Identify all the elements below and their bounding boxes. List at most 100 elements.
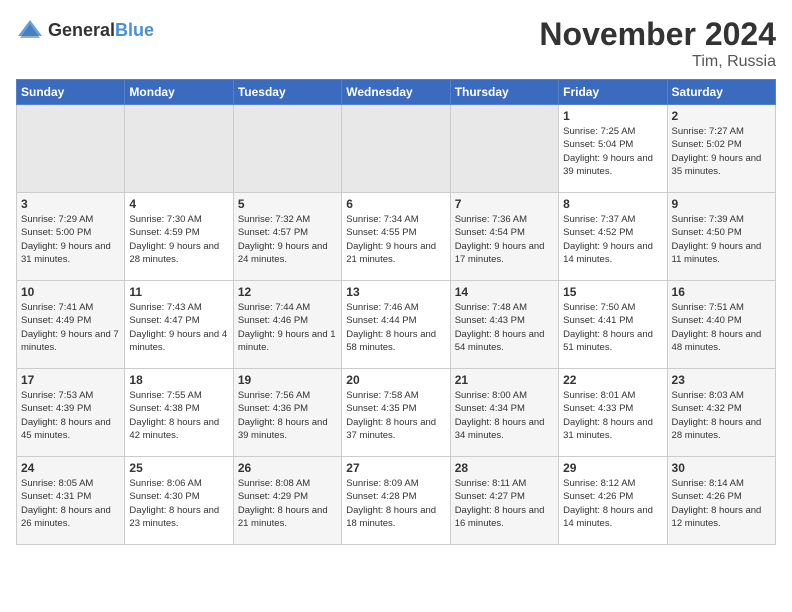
day-number: 9 (672, 197, 771, 211)
day-info: Sunrise: 7:32 AM Sunset: 4:57 PM Dayligh… (238, 213, 337, 266)
day-info: Sunrise: 8:05 AM Sunset: 4:31 PM Dayligh… (21, 477, 120, 530)
day-number: 13 (346, 285, 445, 299)
day-number: 20 (346, 373, 445, 387)
weekday-header-saturday: Saturday (667, 80, 775, 105)
day-info: Sunrise: 7:50 AM Sunset: 4:41 PM Dayligh… (563, 301, 662, 354)
calendar-cell: 17 Sunrise: 7:53 AM Sunset: 4:39 PM Dayli… (17, 369, 125, 457)
calendar-cell: 23 Sunrise: 8:03 AM Sunset: 4:32 PM Dayli… (667, 369, 775, 457)
calendar-cell: 15 Sunrise: 7:50 AM Sunset: 4:41 PM Dayli… (559, 281, 667, 369)
logo-general: General (48, 20, 115, 40)
day-number: 1 (563, 109, 662, 123)
day-info: Sunrise: 8:08 AM Sunset: 4:29 PM Dayligh… (238, 477, 337, 530)
day-info: Sunrise: 8:01 AM Sunset: 4:33 PM Dayligh… (563, 389, 662, 442)
calendar-cell: 11 Sunrise: 7:43 AM Sunset: 4:47 PM Dayli… (125, 281, 233, 369)
calendar-cell: 25 Sunrise: 8:06 AM Sunset: 4:30 PM Dayli… (125, 457, 233, 545)
day-info: Sunrise: 7:29 AM Sunset: 5:00 PM Dayligh… (21, 213, 120, 266)
day-info: Sunrise: 8:11 AM Sunset: 4:27 PM Dayligh… (455, 477, 554, 530)
day-number: 3 (21, 197, 120, 211)
day-info: Sunrise: 7:56 AM Sunset: 4:36 PM Dayligh… (238, 389, 337, 442)
day-number: 7 (455, 197, 554, 211)
calendar-cell: 18 Sunrise: 7:55 AM Sunset: 4:38 PM Dayli… (125, 369, 233, 457)
day-info: Sunrise: 7:39 AM Sunset: 4:50 PM Dayligh… (672, 213, 771, 266)
calendar-cell (342, 105, 450, 193)
calendar-cell: 1 Sunrise: 7:25 AM Sunset: 5:04 PM Daylig… (559, 105, 667, 193)
calendar-cell: 16 Sunrise: 7:51 AM Sunset: 4:40 PM Dayli… (667, 281, 775, 369)
calendar-cell: 27 Sunrise: 8:09 AM Sunset: 4:28 PM Dayli… (342, 457, 450, 545)
calendar-cell: 5 Sunrise: 7:32 AM Sunset: 4:57 PM Daylig… (233, 193, 341, 281)
weekday-header-monday: Monday (125, 80, 233, 105)
calendar-week-3: 10 Sunrise: 7:41 AM Sunset: 4:49 PM Dayli… (17, 281, 776, 369)
page-header: GeneralBlue November 2024 Tim, Russia (16, 16, 776, 71)
calendar-cell: 21Sunrise: 8:00 AM Sunset: 4:34 PM Dayli… (450, 369, 558, 457)
day-info: Sunrise: 8:14 AM Sunset: 4:26 PM Dayligh… (672, 477, 771, 530)
calendar-cell: 24 Sunrise: 8:05 AM Sunset: 4:31 PM Dayli… (17, 457, 125, 545)
calendar-cell: 9 Sunrise: 7:39 AM Sunset: 4:50 PM Daylig… (667, 193, 775, 281)
day-number: 5 (238, 197, 337, 211)
day-number: 11 (129, 285, 228, 299)
day-number: 24 (21, 461, 120, 475)
calendar-cell: 8 Sunrise: 7:37 AM Sunset: 4:52 PM Daylig… (559, 193, 667, 281)
calendar-cell: 14Sunrise: 7:48 AM Sunset: 4:43 PM Dayli… (450, 281, 558, 369)
day-info: Sunrise: 7:51 AM Sunset: 4:40 PM Dayligh… (672, 301, 771, 354)
logo: GeneralBlue (16, 16, 154, 44)
calendar-cell: 4 Sunrise: 7:30 AM Sunset: 4:59 PM Daylig… (125, 193, 233, 281)
day-info: Sunrise: 7:37 AM Sunset: 4:52 PM Dayligh… (563, 213, 662, 266)
calendar-cell: 19Sunrise: 7:56 AM Sunset: 4:36 PM Dayli… (233, 369, 341, 457)
day-number: 22 (563, 373, 662, 387)
calendar-table: SundayMondayTuesdayWednesdayThursdayFrid… (16, 79, 776, 545)
day-number: 29 (563, 461, 662, 475)
weekday-header-wednesday: Wednesday (342, 80, 450, 105)
day-info: Sunrise: 8:12 AM Sunset: 4:26 PM Dayligh… (563, 477, 662, 530)
day-number: 30 (672, 461, 771, 475)
day-number: 10 (21, 285, 120, 299)
day-number: 15 (563, 285, 662, 299)
day-info: Sunrise: 7:55 AM Sunset: 4:38 PM Dayligh… (129, 389, 228, 442)
day-info: Sunrise: 8:06 AM Sunset: 4:30 PM Dayligh… (129, 477, 228, 530)
day-info: Sunrise: 7:46 AM Sunset: 4:44 PM Dayligh… (346, 301, 445, 354)
calendar-cell: 2Sunrise: 7:27 AM Sunset: 5:02 PM Daylig… (667, 105, 775, 193)
day-number: 6 (346, 197, 445, 211)
calendar-cell: 6Sunrise: 7:34 AM Sunset: 4:55 PM Daylig… (342, 193, 450, 281)
day-number: 23 (672, 373, 771, 387)
day-info: Sunrise: 7:58 AM Sunset: 4:35 PM Dayligh… (346, 389, 445, 442)
calendar-week-4: 17 Sunrise: 7:53 AM Sunset: 4:39 PM Dayli… (17, 369, 776, 457)
calendar-week-2: 3 Sunrise: 7:29 AM Sunset: 5:00 PM Daylig… (17, 193, 776, 281)
day-info: Sunrise: 7:43 AM Sunset: 4:47 PM Dayligh… (129, 301, 228, 354)
day-number: 18 (129, 373, 228, 387)
calendar-cell: 7Sunrise: 7:36 AM Sunset: 4:54 PM Daylig… (450, 193, 558, 281)
day-number: 16 (672, 285, 771, 299)
calendar-cell: 26Sunrise: 8:08 AM Sunset: 4:29 PM Dayli… (233, 457, 341, 545)
day-number: 25 (129, 461, 228, 475)
logo-blue: Blue (115, 20, 154, 40)
day-info: Sunrise: 7:48 AM Sunset: 4:43 PM Dayligh… (455, 301, 554, 354)
day-number: 27 (346, 461, 445, 475)
day-info: Sunrise: 8:09 AM Sunset: 4:28 PM Dayligh… (346, 477, 445, 530)
day-info: Sunrise: 7:53 AM Sunset: 4:39 PM Dayligh… (21, 389, 120, 442)
calendar-cell (233, 105, 341, 193)
day-number: 21 (455, 373, 554, 387)
day-info: Sunrise: 8:03 AM Sunset: 4:32 PM Dayligh… (672, 389, 771, 442)
calendar-cell: 30 Sunrise: 8:14 AM Sunset: 4:26 PM Dayli… (667, 457, 775, 545)
calendar-cell (17, 105, 125, 193)
day-number: 8 (563, 197, 662, 211)
logo-icon (16, 16, 44, 44)
calendar-cell: 10 Sunrise: 7:41 AM Sunset: 4:49 PM Dayli… (17, 281, 125, 369)
day-number: 28 (455, 461, 554, 475)
day-number: 4 (129, 197, 228, 211)
weekday-header-row: SundayMondayTuesdayWednesdayThursdayFrid… (17, 80, 776, 105)
calendar-cell: 3 Sunrise: 7:29 AM Sunset: 5:00 PM Daylig… (17, 193, 125, 281)
day-info: Sunrise: 7:25 AM Sunset: 5:04 PM Dayligh… (563, 125, 662, 178)
day-info: Sunrise: 7:27 AM Sunset: 5:02 PM Dayligh… (672, 125, 771, 178)
day-info: Sunrise: 7:41 AM Sunset: 4:49 PM Dayligh… (21, 301, 120, 354)
calendar-cell (125, 105, 233, 193)
title-block: November 2024 Tim, Russia (539, 16, 776, 71)
logo-text: GeneralBlue (48, 20, 154, 41)
calendar-cell: 20 Sunrise: 7:58 AM Sunset: 4:35 PM Dayli… (342, 369, 450, 457)
calendar-cell: 29 Sunrise: 8:12 AM Sunset: 4:26 PM Dayli… (559, 457, 667, 545)
day-info: Sunrise: 7:30 AM Sunset: 4:59 PM Dayligh… (129, 213, 228, 266)
weekday-header-friday: Friday (559, 80, 667, 105)
day-number: 17 (21, 373, 120, 387)
calendar-cell: 12Sunrise: 7:44 AM Sunset: 4:46 PM Dayli… (233, 281, 341, 369)
calendar-cell: 13 Sunrise: 7:46 AM Sunset: 4:44 PM Dayli… (342, 281, 450, 369)
calendar-week-1: 1 Sunrise: 7:25 AM Sunset: 5:04 PM Daylig… (17, 105, 776, 193)
